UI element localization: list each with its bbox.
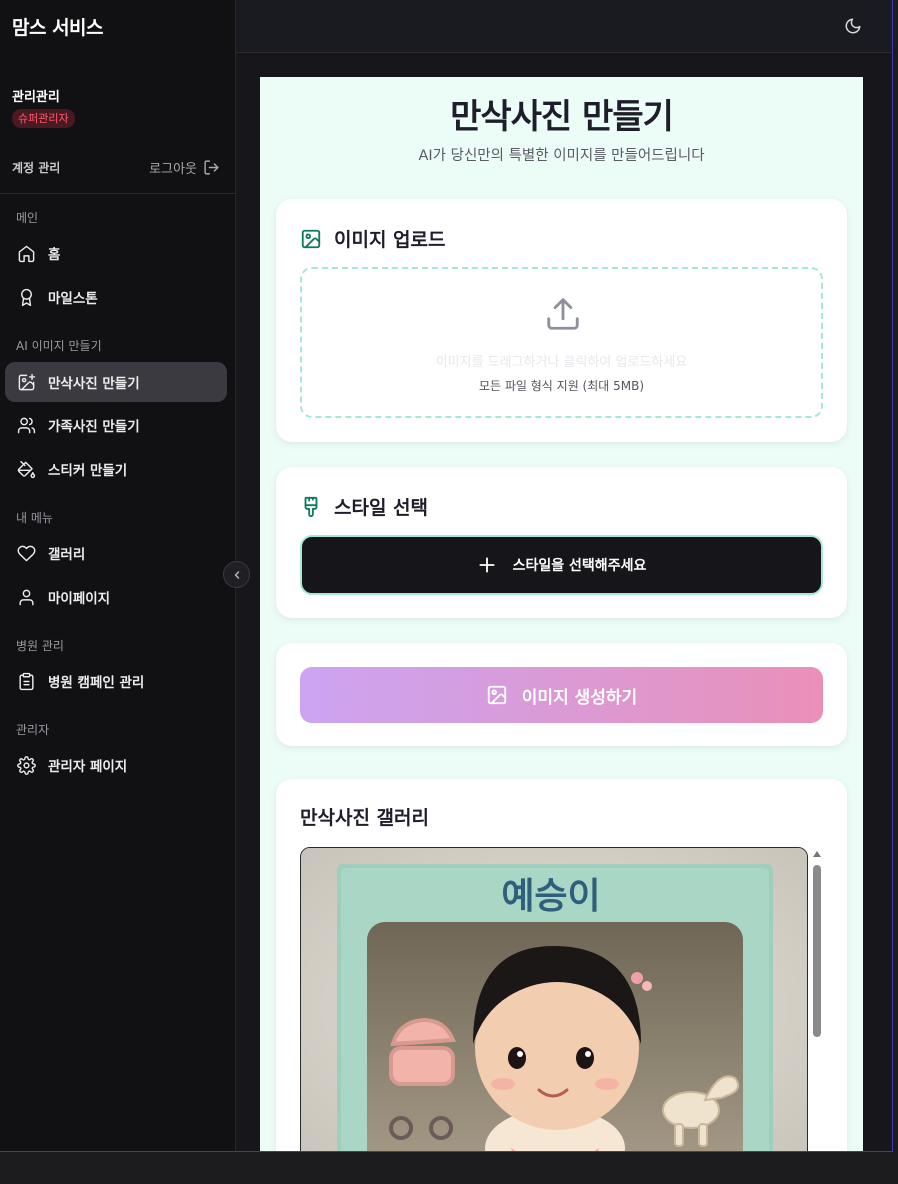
logout-label: 로그아웃: [149, 161, 197, 177]
sidebar-item-label: 병원 캠페인 관리: [48, 675, 145, 691]
generate-card: 이미지 생성하기: [276, 643, 847, 746]
account-row: 계정 관리 로그아웃: [12, 157, 220, 177]
page-title: 만삭사진 만들기: [450, 97, 674, 137]
section-title-ai: AI 이미지 만들기: [16, 339, 102, 353]
user-icon: [19, 589, 34, 605]
moon-icon: [845, 18, 861, 34]
home-icon: [18, 245, 35, 262]
sidebar-item-campaign[interactable]: 병원 캠페인 관리: [5, 661, 227, 701]
theme-toggle-button[interactable]: [841, 14, 865, 38]
sidebar-item-label: 관리자 페이지: [48, 759, 128, 775]
upload-card-header: 이미지 업로드: [300, 225, 446, 252]
gallery-image[interactable]: 예승이: [300, 847, 808, 1151]
image-icon: [487, 685, 506, 705]
upload-icon: [547, 298, 579, 330]
app-title[interactable]: 맘스 서비스: [12, 13, 104, 40]
heart-icon: [17, 545, 36, 561]
gallery-image-text: 예승이: [501, 876, 600, 917]
generate-image-button[interactable]: 이미지 생성하기: [300, 667, 823, 723]
select-style-label: 스타일을 선택해주세요: [512, 558, 647, 574]
plus-icon: [479, 557, 495, 573]
user-name: 관리관리: [12, 90, 60, 105]
style-card-header: 스타일 선택: [300, 493, 428, 520]
award-icon: [21, 288, 32, 306]
generate-image-label: 이미지 생성하기: [521, 687, 638, 708]
paint-bucket-icon: [17, 460, 36, 478]
section-title-my-menu: 내 메뉴: [16, 511, 53, 525]
sidebar-item-home[interactable]: 홈: [5, 233, 227, 273]
section-title-admin: 관리자: [16, 723, 50, 737]
users-icon: [17, 417, 36, 433]
section-title-hospital: 병원 관리: [16, 639, 64, 653]
scroll-thumb[interactable]: [813, 865, 821, 1037]
sidebar-item-maternity-photo[interactable]: 만삭사진 만들기: [5, 362, 227, 402]
style-card: 스타일 선택 스타일을 선택해주세요: [276, 467, 847, 618]
sidebar-item-mypage[interactable]: 마이페이지: [5, 577, 227, 617]
top-bar: [236, 0, 892, 53]
logout-icon: [204, 159, 219, 175]
role-badge: 슈퍼관리자: [12, 109, 75, 128]
chevron-left-icon: [234, 570, 239, 579]
sidebar-item-sticker[interactable]: 스티커 만들기: [5, 449, 227, 489]
gallery-card: 만삭사진 갤러리 예승이: [276, 779, 847, 1151]
gallery-title: 만삭사진 갤러리: [300, 807, 429, 829]
account-settings-link[interactable]: 계정 관리: [12, 159, 60, 176]
page-subtitle: AI가 당신만의 특별한 이미지를 만들어드립니다: [418, 148, 705, 164]
sidebar-item-label: 갤러리: [48, 547, 86, 563]
gallery-scrollbar[interactable]: [811, 851, 823, 1151]
sidebar-collapse-button[interactable]: [223, 561, 250, 588]
sidebar-item-admin[interactable]: 관리자 페이지: [5, 745, 227, 785]
image-plus-icon: [18, 373, 36, 390]
sidebar-item-label: 스티커 만들기: [48, 463, 128, 479]
image-dropzone[interactable]: 이미지를 드래그하거나 클릭하여 업로드하세요 모든 파일 형식 지원 (최대 …: [300, 267, 823, 418]
select-style-button[interactable]: 스타일을 선택해주세요: [300, 535, 823, 595]
gallery-photo: 예승이: [301, 848, 807, 1151]
dropzone-instruction: 이미지를 드래그하거나 클릭하여 업로드하세요: [435, 355, 688, 370]
image-icon: [301, 229, 321, 248]
sidebar-item-milestone[interactable]: 마일스톤: [5, 277, 227, 317]
main-content: 만삭사진 만들기 AI가 당신만의 특별한 이미지를 만들어드립니다 이미지 업…: [260, 77, 863, 1151]
sidebar-item-label: 마일스톤: [48, 291, 98, 307]
sidebar-item-label: 가족사진 만들기: [48, 419, 140, 435]
sidebar-divider: [0, 193, 236, 194]
dropzone-hint: 모든 파일 형식 지원 (최대 5MB): [478, 379, 645, 393]
sidebar-item-gallery[interactable]: 갤러리: [5, 533, 227, 573]
paintbrush-icon: [304, 496, 318, 517]
clipboard-icon: [19, 672, 34, 690]
logout-button[interactable]: 로그아웃: [149, 158, 220, 177]
sidebar: 맘스 서비스 관리관리 슈퍼관리자 계정 관리 로그아웃 메인 홈 마일스톤 A…: [0, 0, 236, 1151]
scroll-up-arrow[interactable]: [813, 851, 821, 857]
app-window: 맘스 서비스 관리관리 슈퍼관리자 계정 관리 로그아웃 메인 홈 마일스톤 A…: [0, 0, 893, 1152]
upload-card-title: 이미지 업로드: [334, 229, 446, 251]
sidebar-item-label: 만삭사진 만들기: [48, 376, 140, 392]
gear-icon: [17, 755, 36, 775]
taskbar-strip: [0, 1153, 898, 1184]
sidebar-item-family-photo[interactable]: 가족사진 만들기: [5, 405, 227, 445]
sidebar-item-label: 홈: [48, 247, 61, 263]
sidebar-item-label: 마이페이지: [48, 591, 111, 607]
section-title-main: 메인: [16, 211, 39, 225]
upload-card: 이미지 업로드 이미지를 드래그하거나 클릭하여 업로드하세요 모든 파일 형식…: [276, 199, 847, 442]
style-card-title: 스타일 선택: [334, 497, 429, 519]
